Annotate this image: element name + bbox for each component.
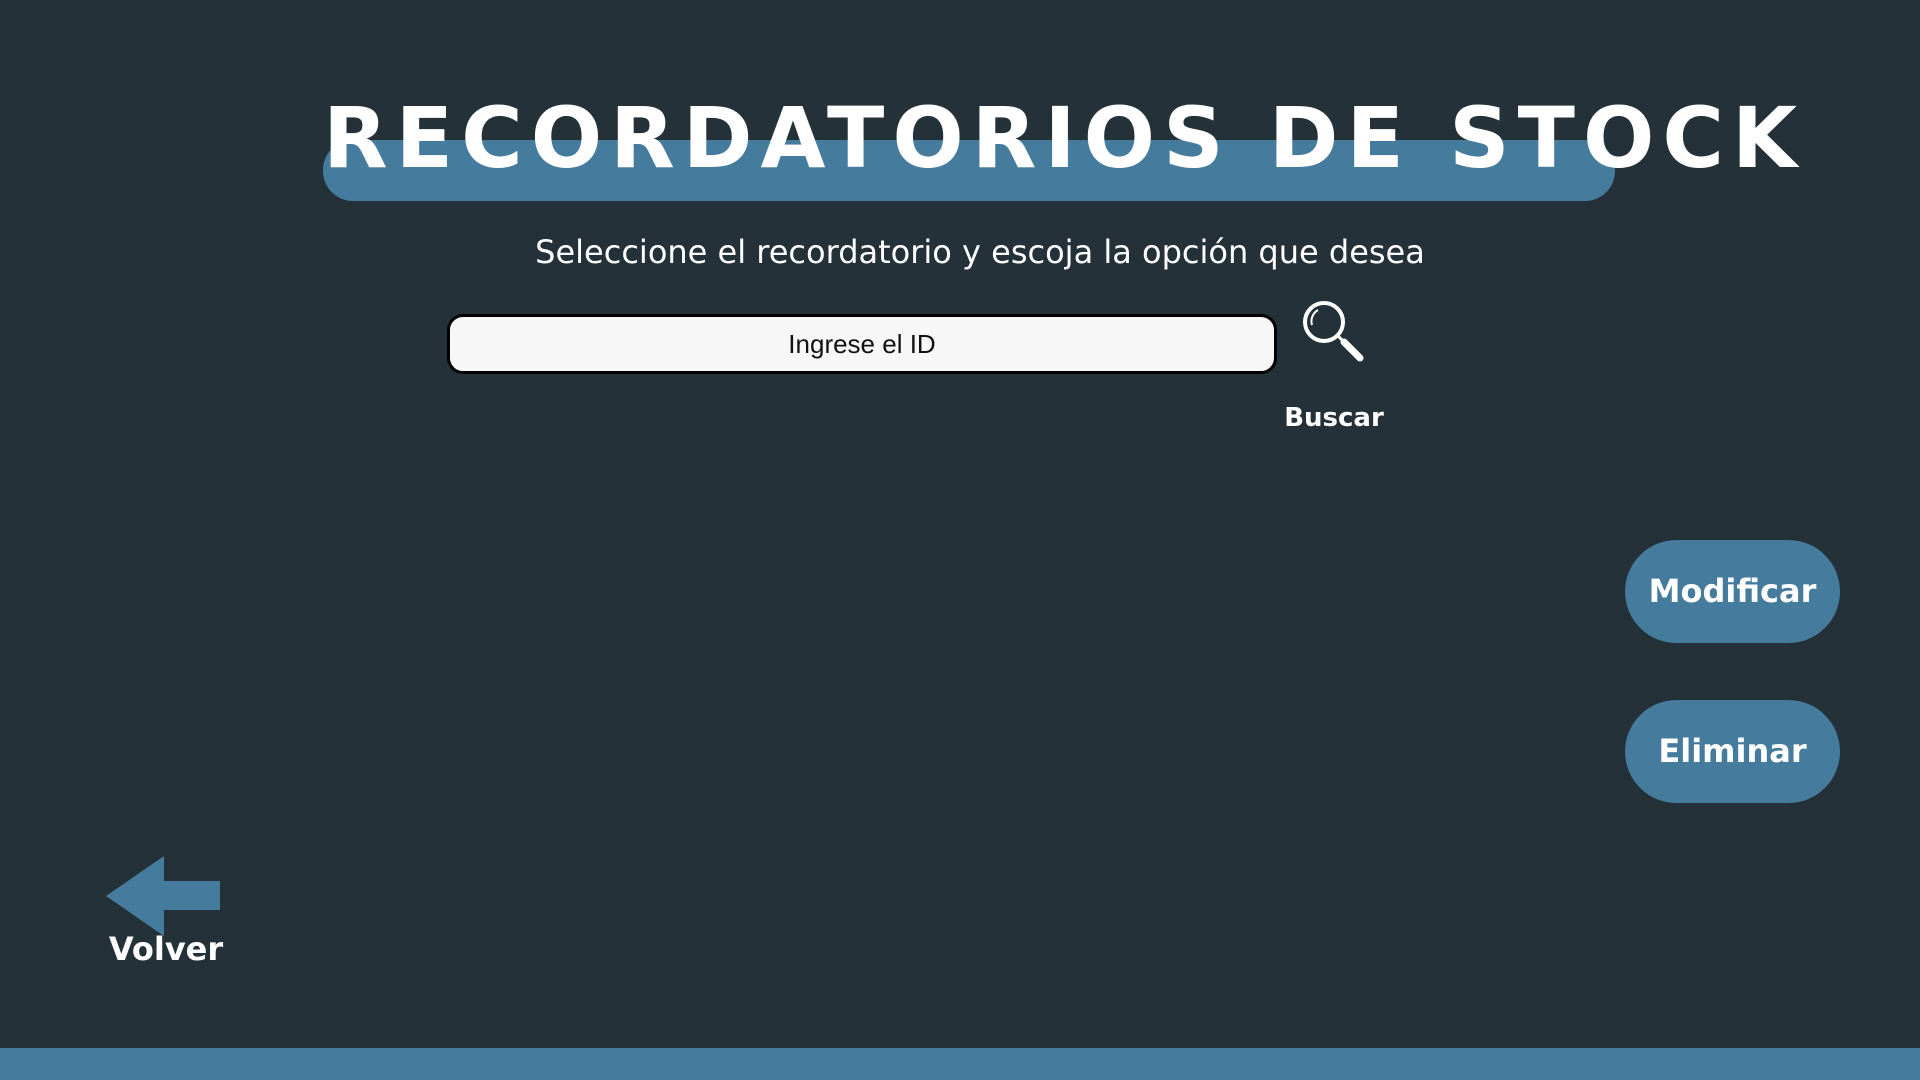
arrow-left-icon — [106, 856, 220, 936]
search-button[interactable]: Buscar — [1276, 296, 1392, 436]
search-icon — [1300, 298, 1368, 366]
id-search-input[interactable] — [447, 314, 1277, 374]
recordatorios-screen: RECORDATORIOS DE STOCK Seleccione el rec… — [0, 0, 1920, 1080]
page-subtitle: Seleccione el recordatorio y escoja la o… — [535, 233, 1425, 271]
back-button-label: Volver — [108, 930, 224, 968]
modify-button[interactable]: Modificar — [1625, 540, 1840, 643]
back-button[interactable]: Volver — [104, 852, 228, 972]
delete-button[interactable]: Eliminar — [1625, 700, 1840, 803]
footer-bar — [0, 1048, 1920, 1080]
search-button-label: Buscar — [1284, 403, 1384, 433]
page-title: RECORDATORIOS DE STOCK — [323, 89, 1806, 187]
